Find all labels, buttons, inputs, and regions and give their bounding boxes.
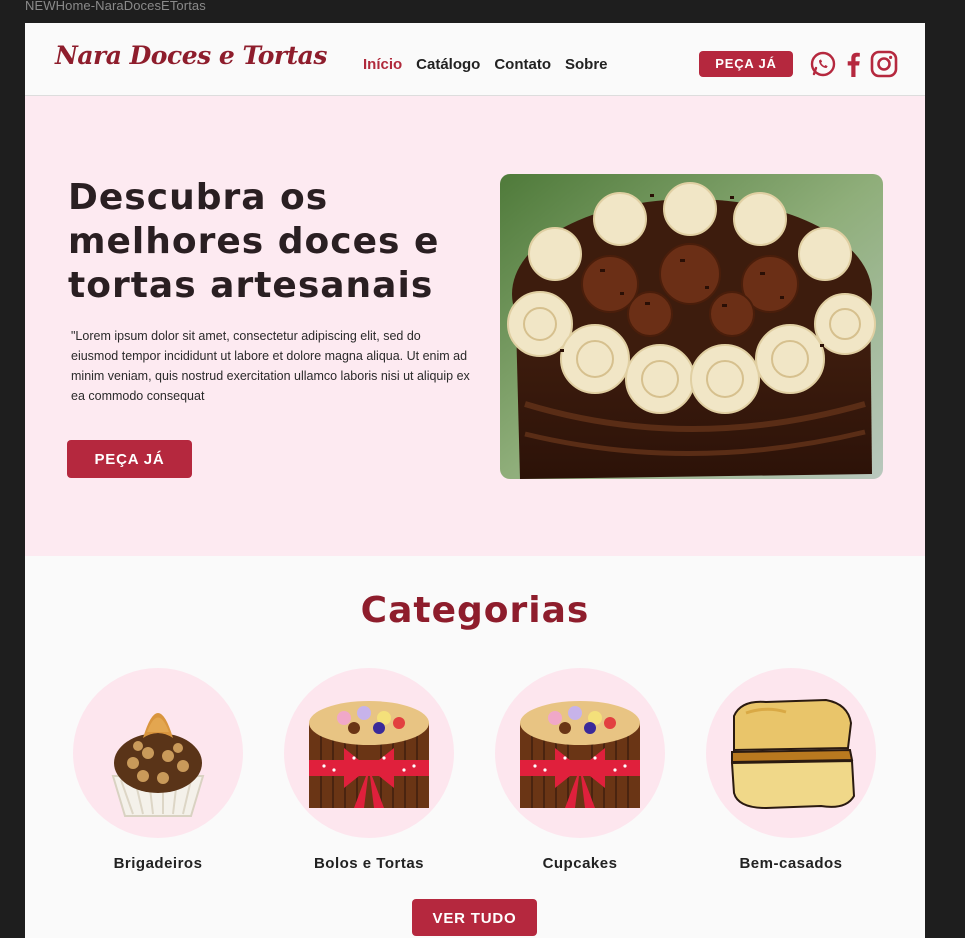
header-order-button[interactable]: PEÇA JÁ xyxy=(699,51,793,77)
category-label: Cupcakes xyxy=(542,855,618,872)
page: Nara Doces e Tortas Início Catálogo Cont… xyxy=(25,23,925,938)
category-label: Bem-casados xyxy=(739,855,843,872)
hero-order-button[interactable]: PEÇA JÁ xyxy=(67,440,192,478)
category-label: Bolos e Tortas xyxy=(313,855,425,872)
frame-title: NEWHome-NaraDocesETortas xyxy=(25,0,206,13)
kitkat-cake-image xyxy=(284,668,454,838)
category-label: Brigadeiros xyxy=(113,855,203,872)
bem-casado-image xyxy=(706,668,876,838)
nav-link-sobre[interactable]: Sobre xyxy=(565,56,608,73)
hero-description: "Lorem ipsum dolor sit amet, consectetur… xyxy=(71,329,470,403)
categories-list: Brigadeiros Bolos e Tortas Cupcakes Bem-… xyxy=(73,668,893,878)
categories-title: Categorias xyxy=(360,590,590,631)
category-card-cupcakes[interactable]: Cupcakes xyxy=(495,668,665,872)
nav-link-inicio[interactable]: Início xyxy=(363,56,402,73)
facebook-icon[interactable] xyxy=(844,51,862,81)
nav-link-catalogo[interactable]: Catálogo xyxy=(416,56,480,73)
hero-title: Descubra os melhores doces e tortas arte… xyxy=(68,177,440,306)
hero-cake-image xyxy=(500,174,883,479)
category-card-bolos-e-tortas[interactable]: Bolos e Tortas xyxy=(284,668,454,872)
site-header: Nara Doces e Tortas Início Catálogo Cont… xyxy=(25,23,925,96)
hero-section: Descubra os melhores doces e tortas arte… xyxy=(25,96,925,556)
see-all-button[interactable]: VER TUDO xyxy=(412,899,537,936)
nav-link-contato[interactable]: Contato xyxy=(494,56,551,73)
brigadeiro-image xyxy=(73,668,243,838)
social-links xyxy=(810,50,898,82)
cupcake-category-image xyxy=(495,668,665,838)
category-card-bem-casados[interactable]: Bem-casados xyxy=(706,668,876,872)
main-nav: Início Catálogo Contato Sobre xyxy=(363,56,608,73)
brand-logo[interactable]: Nara Doces e Tortas xyxy=(55,41,327,70)
category-card-brigadeiros[interactable]: Brigadeiros xyxy=(73,668,243,872)
whatsapp-icon[interactable] xyxy=(810,51,836,81)
instagram-icon[interactable] xyxy=(870,50,898,82)
